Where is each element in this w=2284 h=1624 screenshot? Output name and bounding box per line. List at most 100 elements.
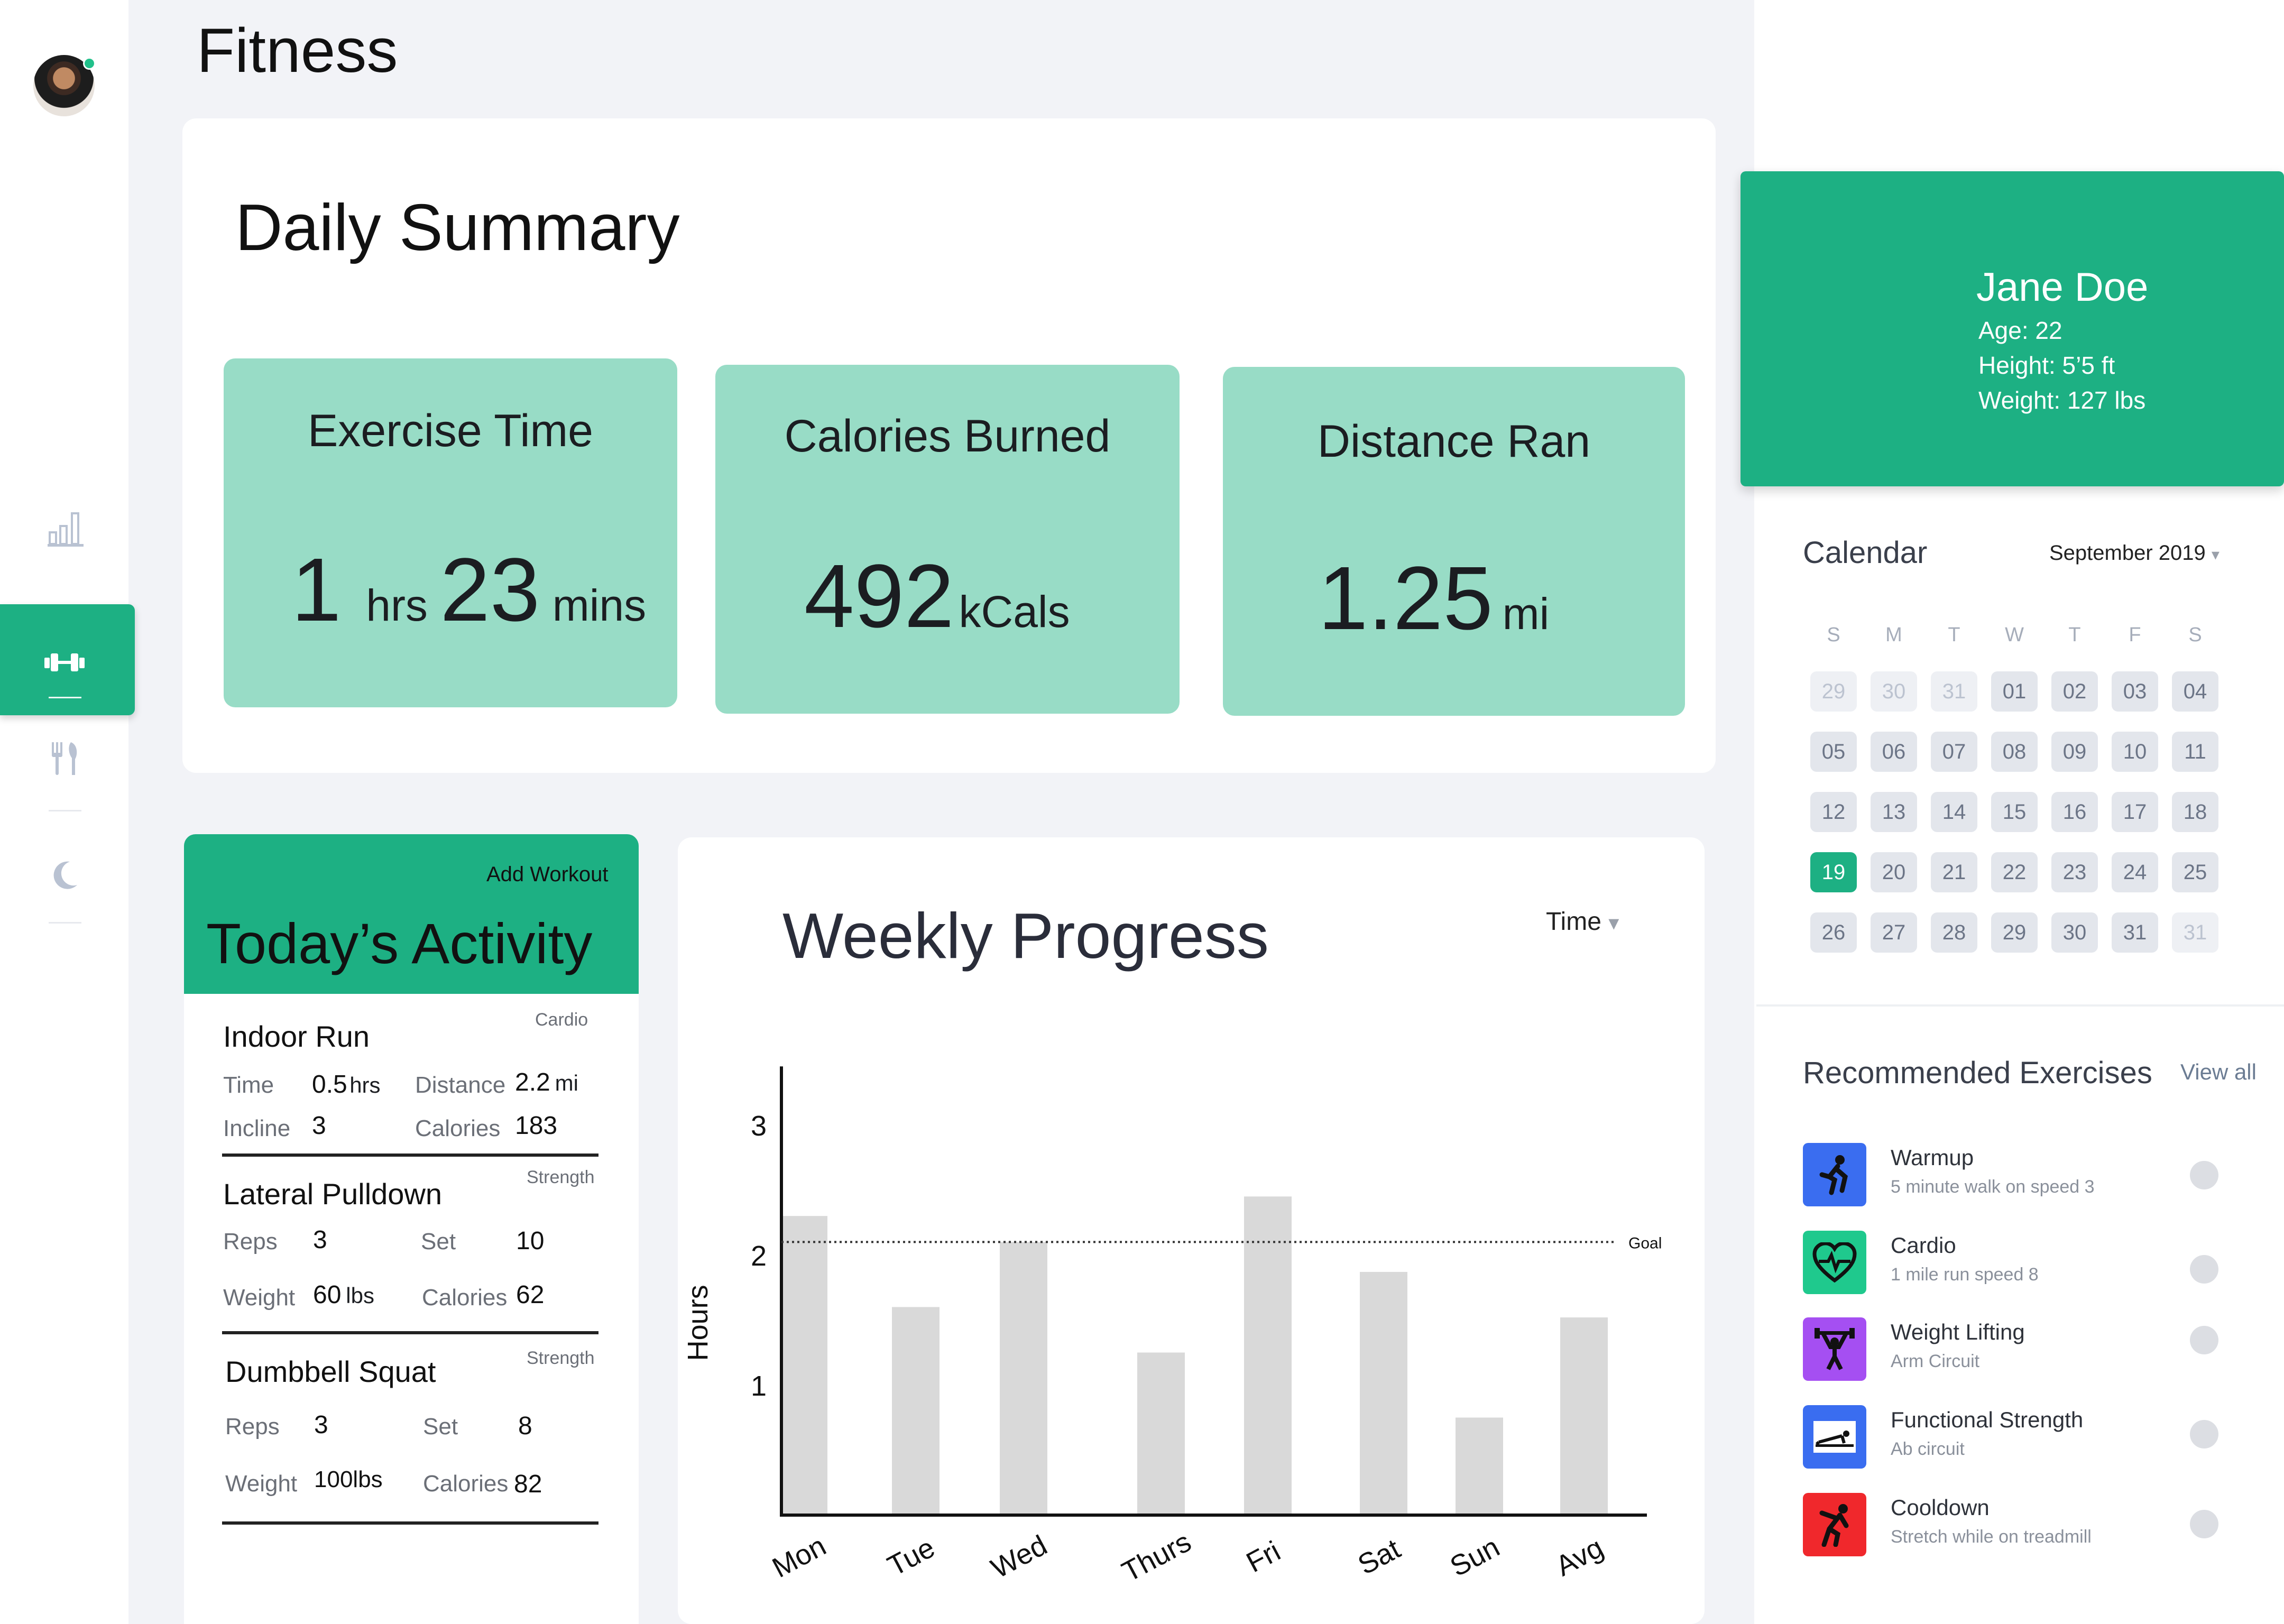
calendar-day-outside[interactable]: 31 bbox=[1931, 671, 1977, 712]
exercise-name: Weight Lifting bbox=[1891, 1320, 2025, 1344]
calendar-day[interactable]: 21 bbox=[1931, 852, 1977, 892]
field-value: 8 bbox=[518, 1412, 532, 1440]
stats-icon[interactable] bbox=[47, 509, 85, 548]
walk-icon[interactable] bbox=[1803, 1143, 1866, 1206]
stretch-icon[interactable] bbox=[1803, 1493, 1866, 1556]
y-tick-label: 2 bbox=[751, 1240, 767, 1272]
divider bbox=[222, 1521, 598, 1525]
x-tick-label: Tue bbox=[882, 1531, 940, 1582]
exercise-detail: Arm Circuit bbox=[1891, 1351, 1980, 1371]
calendar-day-outside[interactable]: 30 bbox=[1871, 671, 1917, 712]
calendar-day[interactable]: 04 bbox=[2172, 671, 2218, 712]
calendar-day[interactable]: 18 bbox=[2172, 792, 2218, 832]
weekday-header: T bbox=[1948, 624, 1960, 646]
calendar-day[interactable]: 31 bbox=[2112, 912, 2158, 953]
field-value: 10 bbox=[516, 1227, 545, 1255]
plank-icon[interactable] bbox=[1803, 1405, 1866, 1469]
calendar-day[interactable]: 07 bbox=[1931, 732, 1977, 772]
exercise-select-radio[interactable] bbox=[2190, 1255, 2218, 1284]
x-tick-label: Sun bbox=[1445, 1531, 1505, 1583]
calendar-day-outside[interactable]: 29 bbox=[1810, 671, 1857, 712]
calendar-day[interactable]: 15 bbox=[1991, 792, 2038, 832]
exercise-select-radio[interactable] bbox=[2190, 1161, 2218, 1189]
weightlifter-icon[interactable] bbox=[1803, 1317, 1866, 1381]
calendar-day[interactable]: 05 bbox=[1810, 732, 1857, 772]
distance-card: Distance Ran 1.25 mi bbox=[1223, 367, 1685, 716]
field-label: Weight bbox=[223, 1285, 296, 1311]
calendar-day[interactable]: 10 bbox=[2112, 732, 2158, 772]
calories-title: Calories Burned bbox=[784, 411, 1111, 462]
hours-value: 1 bbox=[291, 540, 342, 640]
weekday-header: T bbox=[2068, 624, 2081, 646]
moon-icon[interactable] bbox=[52, 861, 78, 890]
calendar-day[interactable]: 19 bbox=[1810, 852, 1857, 892]
x-tick-label: Wed bbox=[986, 1529, 1052, 1585]
calendar-day[interactable]: 12 bbox=[1810, 792, 1857, 832]
field-value: 82 bbox=[514, 1470, 542, 1498]
exercise-detail: 1 mile run speed 8 bbox=[1891, 1265, 2039, 1285]
calendar-day[interactable]: 09 bbox=[2051, 732, 2098, 772]
activity-category: Cardio bbox=[535, 1010, 588, 1030]
exercise-name: Cardio bbox=[1891, 1233, 1956, 1258]
calendar-day[interactable]: 26 bbox=[1810, 912, 1857, 953]
field-label: Set bbox=[421, 1229, 456, 1254]
calendar-day[interactable]: 02 bbox=[2051, 671, 2098, 712]
profile-height: Height: 5’5 ft bbox=[1978, 352, 2115, 379]
x-tick-label: Avg bbox=[1551, 1531, 1608, 1582]
field-value: 62 bbox=[516, 1281, 545, 1309]
calendar-day-outside[interactable]: 31 bbox=[2172, 912, 2218, 953]
field-value: 3 bbox=[313, 1226, 327, 1254]
calendar-day[interactable]: 03 bbox=[2112, 671, 2158, 712]
fork-knife-icon[interactable] bbox=[50, 742, 79, 776]
calendar-day[interactable]: 11 bbox=[2172, 732, 2218, 772]
weekday-header: W bbox=[2005, 624, 2024, 646]
chart-bar bbox=[1360, 1271, 1407, 1515]
calendar-day[interactable]: 13 bbox=[1871, 792, 1917, 832]
exercise-select-radio[interactable] bbox=[2190, 1326, 2218, 1354]
calories-value-row: 492 kCals bbox=[804, 545, 1070, 648]
calories-card: Calories Burned 492 kCals bbox=[715, 365, 1180, 714]
add-workout-button[interactable]: Add Workout bbox=[486, 863, 609, 887]
exercise-select-radio[interactable] bbox=[2190, 1420, 2218, 1448]
calendar-day[interactable]: 29 bbox=[1991, 912, 2038, 953]
calendar-day[interactable]: 06 bbox=[1871, 732, 1917, 772]
y-tick-label: 3 bbox=[751, 1110, 767, 1142]
y-tick-label: 1 bbox=[751, 1370, 767, 1402]
calendar-day[interactable]: 17 bbox=[2112, 792, 2158, 832]
calendar-day[interactable]: 30 bbox=[2051, 912, 2098, 953]
x-tick-label: Fri bbox=[1241, 1535, 1286, 1579]
calendar-day[interactable]: 08 bbox=[1991, 732, 2038, 772]
weekly-chart: Goal 1 2 3 Hours Mon Tue Wed Thurs Fri Sat Sun Avg bbox=[677, 825, 1708, 1618]
dumbbell-icon bbox=[44, 653, 85, 671]
online-status-dot bbox=[83, 57, 96, 70]
view-all-link[interactable]: View all bbox=[2180, 1059, 2257, 1085]
calendar-day[interactable]: 01 bbox=[1991, 671, 2038, 712]
divider bbox=[222, 1331, 598, 1334]
divider bbox=[1756, 1004, 2284, 1007]
calendar-day[interactable]: 24 bbox=[2112, 852, 2158, 892]
heartbeat-icon[interactable] bbox=[1803, 1231, 1866, 1294]
profile-weight: Weight: 127 lbs bbox=[1978, 386, 2146, 414]
field-label: Reps bbox=[225, 1414, 280, 1440]
field-value: 183 bbox=[515, 1112, 558, 1140]
profile-name: Jane Doe bbox=[1976, 265, 2149, 310]
daily-summary-title: Daily Summary bbox=[235, 191, 680, 264]
calendar-day[interactable]: 16 bbox=[2051, 792, 2098, 832]
calendar-day[interactable]: 23 bbox=[2051, 852, 2098, 892]
field-label: Weight bbox=[225, 1471, 298, 1497]
chart-bar bbox=[780, 1216, 827, 1515]
field-value: 0.5 hrs bbox=[312, 1071, 381, 1099]
month-selector[interactable]: September 2019 ▾ bbox=[2049, 541, 2219, 565]
exercise-select-radio[interactable] bbox=[2190, 1510, 2218, 1538]
calendar-day[interactable]: 14 bbox=[1931, 792, 1977, 832]
calendar-day[interactable]: 20 bbox=[1871, 852, 1917, 892]
calendar-day[interactable]: 25 bbox=[2172, 852, 2218, 892]
calendar-day[interactable]: 22 bbox=[1991, 852, 2038, 892]
calendar-day[interactable]: 28 bbox=[1931, 912, 1977, 953]
exercise-time-card: Exercise Time 1 hrs 23 mins bbox=[224, 358, 677, 707]
exercise-time-title: Exercise Time bbox=[307, 405, 594, 456]
calendar-day[interactable]: 27 bbox=[1871, 912, 1917, 953]
chart-bar bbox=[1000, 1242, 1047, 1515]
page-title: Fitness bbox=[197, 16, 398, 86]
field-value: 60 lbs bbox=[313, 1281, 374, 1309]
